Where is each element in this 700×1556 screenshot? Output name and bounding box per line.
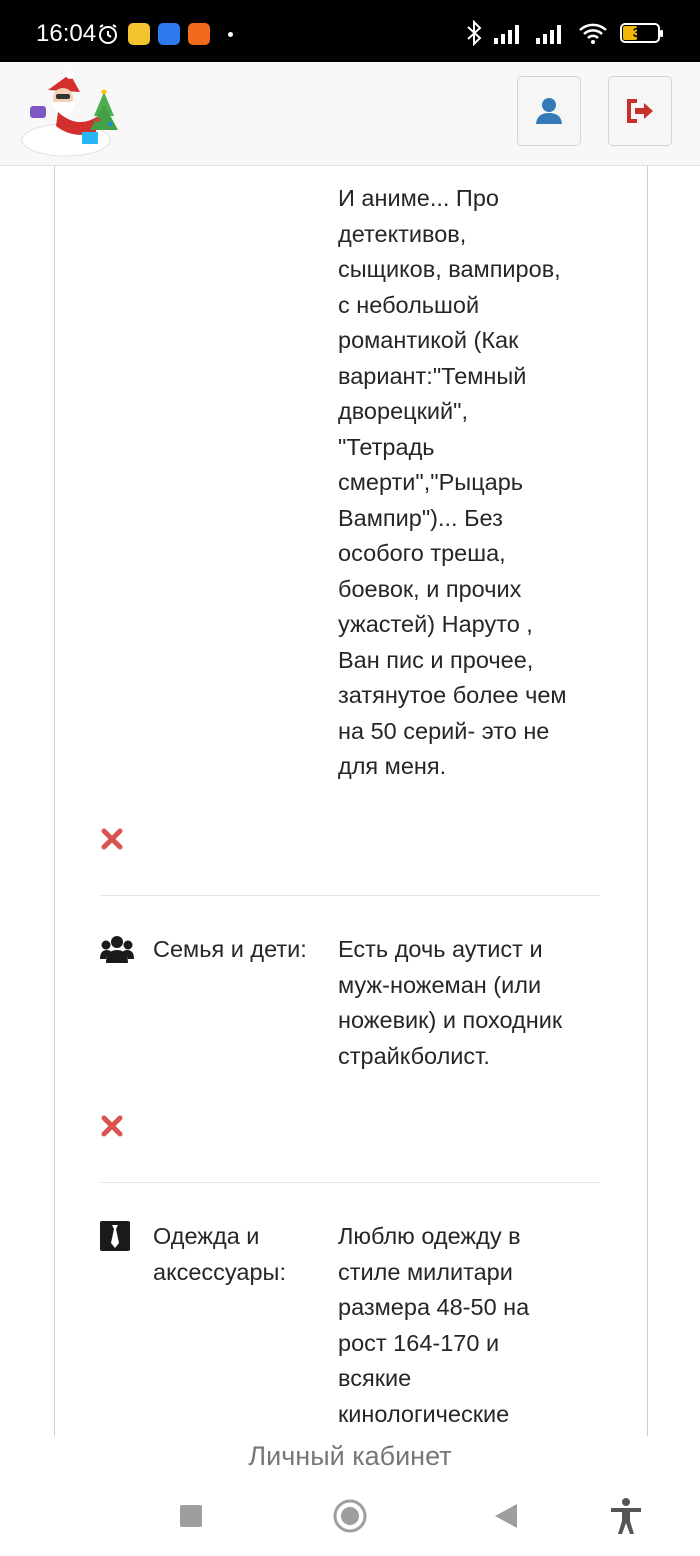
signal-icon [536,25,561,44]
users-icon [100,936,134,963]
section-label-clothes: Одежда и аксессуары: [153,1223,286,1285]
section-value-family: Есть дочь аутист и муж-ножеман (или ноже… [338,936,563,1069]
more-dot-icon [228,31,233,37]
section-label-family: Семья и дети: [153,936,307,962]
remove-icon[interactable] [100,1114,124,1138]
remove-icon[interactable] [100,827,124,851]
user-icon [536,98,562,124]
back-button[interactable] [484,1494,528,1538]
accessibility-icon [611,1498,641,1534]
logout-icon [627,99,653,123]
alarm-icon [99,24,117,44]
section-value-clothes: Люблю одежду в стиле милитари размера 48… [338,1223,530,1427]
section-divider [100,1182,600,1183]
logout-button[interactable] [608,76,672,146]
section-divider [100,895,600,896]
profile-button[interactable] [517,76,581,146]
bluetooth-icon [467,20,482,46]
back-triangle-icon [495,1504,517,1528]
wifi-icon [579,23,607,44]
status-bar: 16:04 39 [0,0,700,62]
battery-level: 39 [632,25,648,40]
home-button[interactable] [328,1494,372,1538]
app-icon [128,23,150,45]
square-icon [180,1505,202,1527]
notification-icons [96,22,233,46]
app-icon [158,23,180,45]
app-icon [188,23,210,45]
site-header [0,62,700,166]
signal-icon [494,25,519,44]
page-title: Личный кабинет [0,1436,700,1476]
system-icons: 39 [466,20,663,46]
battery-icon: 39 [620,23,663,43]
system-nav-bar [0,1476,700,1556]
section-value-anime: И аниме... Про детективов, сыщиков, вамп… [338,185,567,779]
recent-apps-button[interactable] [169,1494,213,1538]
circle-icon [333,1499,367,1533]
accessibility-button[interactable] [604,1494,648,1538]
tie-icon [100,1221,130,1251]
status-time: 16:04 [36,20,97,47]
santa-logo[interactable] [18,70,122,160]
